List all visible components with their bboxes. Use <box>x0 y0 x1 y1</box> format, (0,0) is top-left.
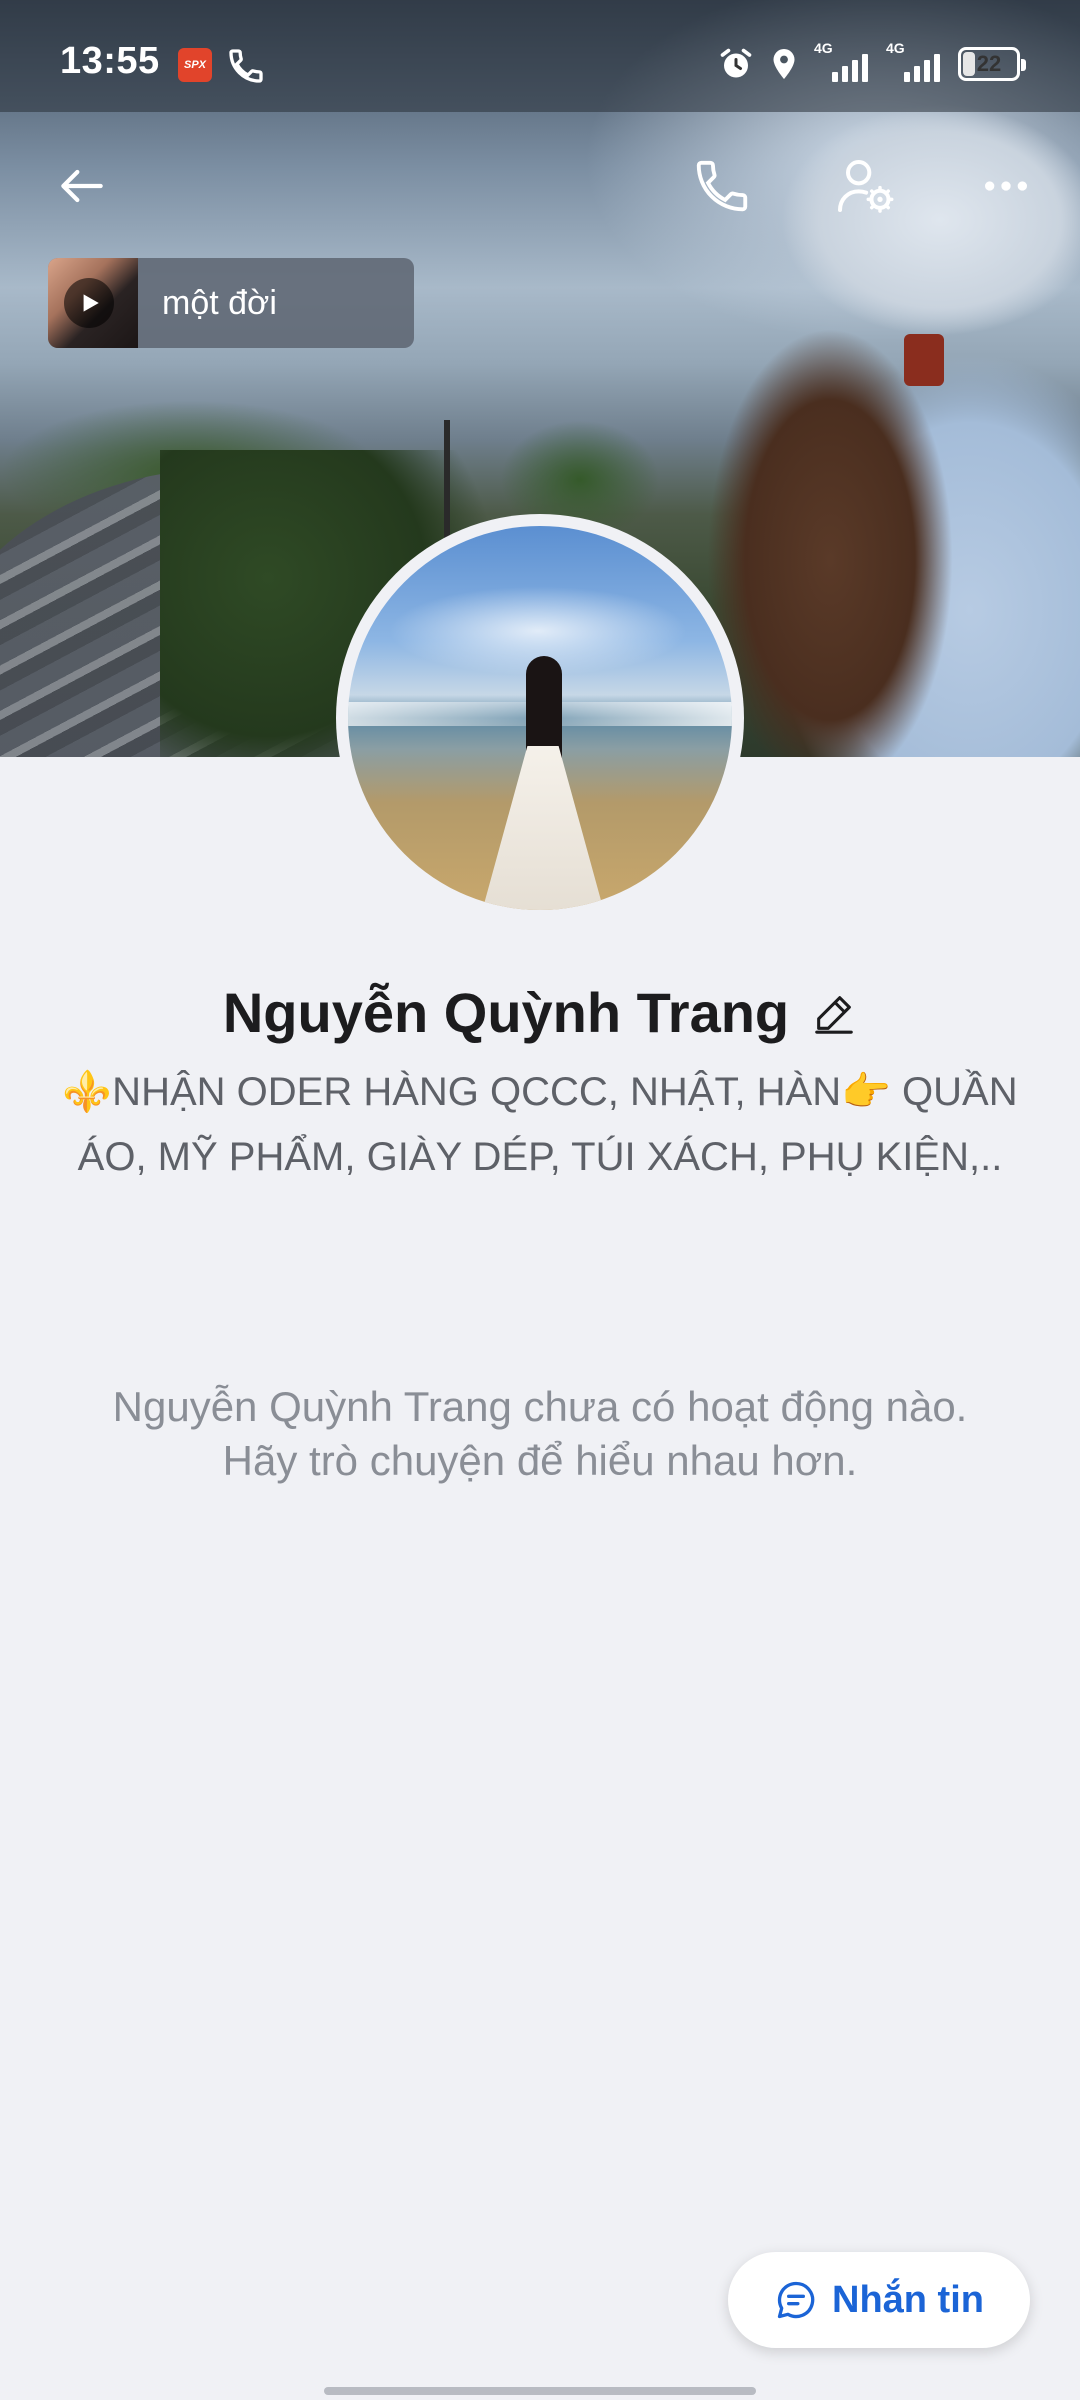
signal-icon: 4G <box>814 40 874 84</box>
home-indicator[interactable] <box>324 2387 756 2395</box>
battery-level: 22 <box>976 51 1002 76</box>
back-button[interactable] <box>46 150 118 222</box>
empty-activity-message: Nguyễn Quỳnh Trang chưa có hoạt động nào… <box>112 1383 968 1484</box>
message-button[interactable]: Nhắn tin <box>728 2252 1030 2348</box>
location-icon <box>773 49 795 79</box>
phone-call-status-icon <box>229 49 263 83</box>
avatar-dress <box>478 746 608 910</box>
play-button[interactable] <box>64 278 114 328</box>
status-time: 13:55 <box>60 40 160 82</box>
more-options-button[interactable] <box>970 150 1042 222</box>
alarm-icon <box>720 48 752 78</box>
music-thumbnail <box>48 258 138 348</box>
pencil-icon[interactable] <box>811 990 857 1036</box>
profile-name-row: Nguyễn Quỳnh Trang <box>0 980 1080 1045</box>
message-button-label: Nhắn tin <box>832 2278 984 2321</box>
cover-pole <box>444 420 450 540</box>
signal-icon: 4G <box>886 40 946 84</box>
network-type: 4G <box>814 40 833 56</box>
avatar-image <box>348 526 732 910</box>
chat-bubble-icon <box>777 2281 815 2319</box>
avatar[interactable] <box>336 514 744 922</box>
profile-music-chip[interactable]: một đời <box>48 258 414 348</box>
cover-hat-tag <box>904 334 944 386</box>
call-button[interactable] <box>686 150 758 222</box>
network-type: 4G <box>886 40 905 56</box>
profile-bio: ⚜️NHẬN ODER HÀNG QCCC, NHẬT, HÀN👉 QUẦN Á… <box>62 1070 1018 1179</box>
battery-icon: 22 <box>958 47 1026 81</box>
status-bar: 13:55 SPX 4G 4G 22 <box>0 0 1080 112</box>
phone-icon <box>696 160 748 212</box>
status-right: 4G 4G 22 <box>718 40 1026 88</box>
music-title: một đời <box>162 283 277 322</box>
arrow-left-icon <box>61 169 103 203</box>
more-horizontal-icon <box>985 181 1027 191</box>
profile-settings-button[interactable] <box>828 150 900 222</box>
user-settings-icon <box>838 160 894 213</box>
profile-name: Nguyễn Quỳnh Trang <box>222 981 790 1044</box>
play-icon <box>83 294 99 312</box>
spx-app-icon: SPX <box>178 48 212 82</box>
